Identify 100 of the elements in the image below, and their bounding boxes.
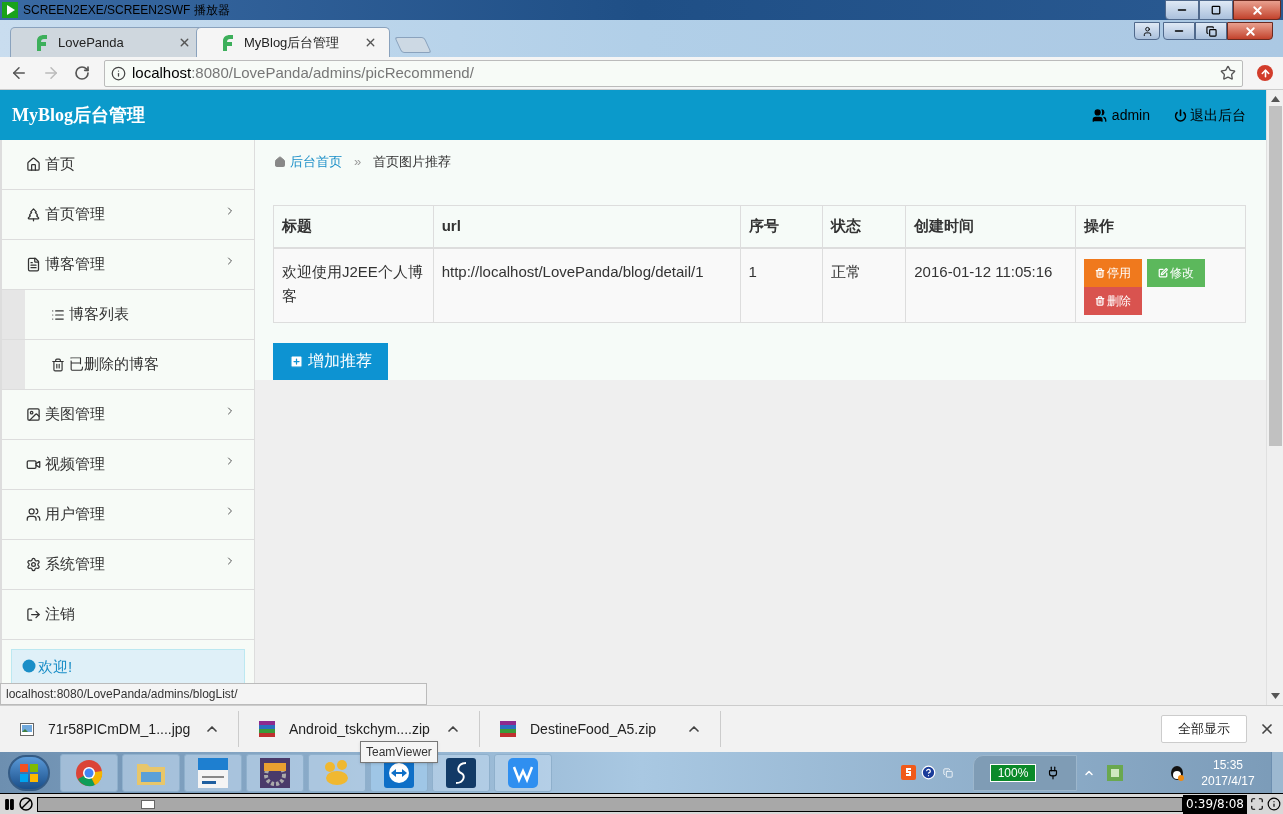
close-icon [1250, 3, 1264, 17]
no-entry-icon[interactable] [19, 797, 33, 811]
close-tab-icon[interactable] [364, 36, 377, 49]
minimize-button[interactable] [1165, 0, 1199, 20]
script-app-icon[interactable] [432, 753, 490, 792]
sidebar-subitem[interactable]: 已删除的博客 [25, 340, 254, 389]
close-tab-icon[interactable] [178, 36, 191, 49]
close-button[interactable] [1227, 22, 1273, 40]
sidebar-item[interactable]: 视频管理 [2, 440, 254, 490]
clock-date: 2017/4/17 [1201, 772, 1255, 789]
window-switch-icon[interactable] [943, 767, 953, 778]
playback-thumb[interactable] [140, 799, 155, 809]
trash-icon [1095, 295, 1105, 306]
table-cell: 正常 [822, 247, 906, 322]
browser-app-icon[interactable] [60, 753, 118, 792]
edit-icon [1158, 267, 1168, 278]
users-icon [26, 507, 41, 522]
clock-time: 15:35 [1213, 756, 1243, 773]
leaf-logo-icon [221, 34, 235, 51]
windows-logo-icon [20, 763, 38, 782]
power-icon [1174, 108, 1187, 122]
table-cell: 欢迎使用J2EE个人博客 [273, 247, 434, 322]
maximize-icon [1211, 5, 1221, 15]
address-field[interactable]: localhost:8080/LovePanda/admins/picRecommend/ [104, 59, 1243, 87]
sidebar-item[interactable]: 首页 [2, 140, 254, 190]
trash-icon [51, 357, 65, 372]
column-header: 序号 [740, 205, 823, 248]
image-file-icon [20, 722, 34, 736]
maximize-button[interactable] [1195, 22, 1227, 40]
trash-icon [1095, 267, 1105, 278]
table-cell: 2016-01-12 11:05:16 [905, 247, 1076, 322]
show-all-button[interactable]: 全部显示 [1161, 715, 1247, 743]
document-icon [26, 257, 41, 272]
fullscreen-icon[interactable] [1250, 797, 1264, 811]
maximize-button[interactable] [1199, 0, 1233, 20]
help-icon[interactable] [921, 765, 936, 780]
sidebar-item[interactable]: 美图管理 [2, 390, 254, 440]
scroll-down-icon[interactable] [1270, 693, 1280, 699]
scroll-up-icon[interactable] [1270, 96, 1280, 102]
breadcrumb-current: 首页图片推荐 [373, 152, 452, 171]
column-header: 创建时间 [905, 205, 1076, 248]
status-url-tooltip: localhost:8080/LovePanda/admins/blogList/ [0, 683, 427, 705]
sidebar-item[interactable]: 用户管理 [2, 490, 254, 540]
reload-icon[interactable] [74, 65, 90, 81]
admin-user-link[interactable]: admin [1111, 104, 1150, 126]
tree-icon [26, 207, 41, 222]
close-button[interactable] [1233, 0, 1281, 20]
pause-icon[interactable] [3, 797, 16, 811]
close-icon[interactable] [1259, 721, 1275, 737]
input-method-icon[interactable] [901, 765, 916, 780]
design-app-icon[interactable] [184, 753, 242, 792]
browser-tab[interactable]: MyBlog后台管理 [196, 27, 390, 57]
home-icon [26, 157, 41, 172]
breadcrumb-separator: » [354, 152, 362, 171]
download-item[interactable]: 71r58PICmDM_1....jpg [0, 711, 239, 747]
archive-file-icon [500, 721, 516, 737]
video-icon [26, 457, 41, 472]
breadcrumb-home-link[interactable]: 后台首页 [274, 151, 342, 172]
chat-icon [22, 659, 36, 673]
column-header: url [433, 205, 741, 248]
bookmark-star-icon[interactable] [1220, 65, 1236, 81]
column-header: 状态 [822, 205, 906, 248]
sidebar-subitem[interactable]: 博客列表 [25, 290, 254, 339]
back-icon[interactable] [10, 64, 28, 82]
home-icon [274, 155, 286, 168]
gear-app-icon[interactable] [246, 753, 304, 792]
logout-icon [26, 607, 41, 622]
delete-action-button[interactable]: 删除 [1084, 286, 1142, 315]
profile-button[interactable] [1134, 22, 1160, 40]
url-text: localhost:8080/LovePanda/admins/picRecommend/ [132, 62, 474, 83]
sidebar-item[interactable]: 系统管理 [2, 540, 254, 590]
scrollbar-thumb[interactable] [1268, 106, 1282, 446]
upload-extension-icon[interactable] [1257, 65, 1273, 81]
user-icon [1141, 25, 1153, 37]
chat-app-icon[interactable] [1169, 764, 1185, 781]
logout-link[interactable]: 退出后台 [1190, 104, 1246, 126]
window-title: SCREEN2EXE/SCREEN2SWF 播放器 [23, 4, 230, 16]
sidebar-item[interactable]: 首页管理 [2, 190, 254, 240]
image-icon [26, 407, 41, 422]
plus-icon [289, 353, 304, 369]
archive-file-icon [259, 721, 275, 737]
playback-time: 0:39/8:08 [1183, 794, 1247, 814]
leaf-logo-icon [35, 34, 49, 51]
column-header: 操作 [1075, 205, 1246, 248]
info-icon [111, 65, 126, 81]
sidebar-item[interactable]: 注销 [2, 590, 254, 640]
column-header: 标题 [273, 205, 434, 248]
list-icon [51, 307, 65, 322]
table-cell: http://localhost/LovePanda/blog/detail/1 [433, 247, 741, 322]
minimize-button[interactable] [1163, 22, 1195, 40]
close-icon [1243, 24, 1257, 38]
sidebar-item[interactable]: 博客管理 [2, 240, 254, 290]
restore-icon [1205, 25, 1217, 37]
start-button[interactable] [8, 754, 50, 791]
tooltip: TeamViewer [360, 741, 438, 763]
battery-level: 100% [989, 763, 1037, 782]
player-app-icon [2, 2, 18, 18]
download-item[interactable]: DestineFood_A5.zip [480, 711, 721, 747]
info-icon[interactable] [1267, 797, 1281, 811]
user-icon [1091, 107, 1107, 123]
